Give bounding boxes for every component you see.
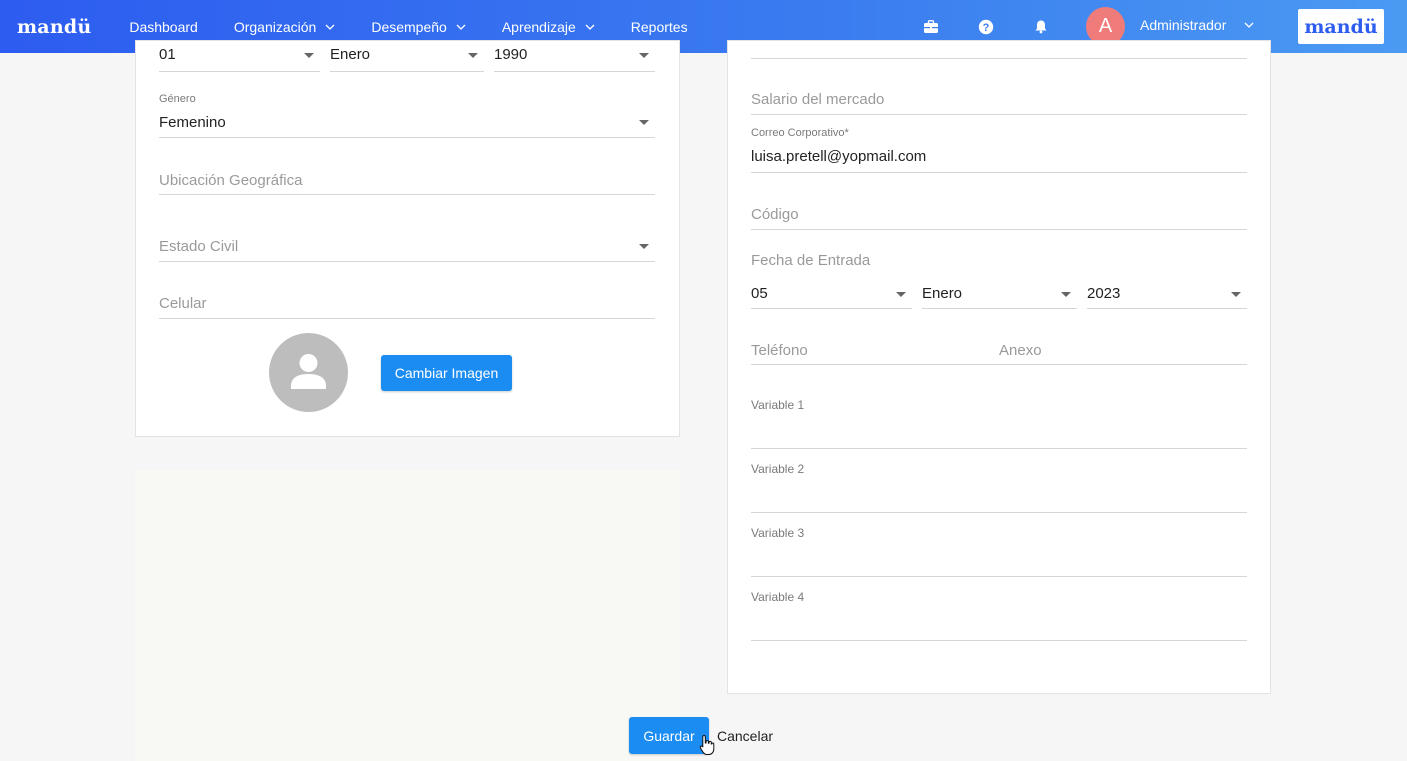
entry-month-value: Enero — [922, 285, 963, 302]
chevron-down-icon — [585, 24, 595, 30]
birth-month-value: Enero — [330, 46, 371, 63]
variable-2-input[interactable]: Variable 2 — [751, 460, 1247, 513]
company-logo: mandü — [1298, 9, 1384, 44]
entry-day-value: 05 — [751, 285, 768, 302]
company-logo-text: mandü — [1304, 15, 1378, 38]
chevron-down-icon — [325, 24, 335, 30]
variable-3-input[interactable]: Variable 3 — [751, 524, 1247, 577]
code-input[interactable]: Código — [751, 201, 1247, 230]
nav-reportes-label: Reportes — [630, 18, 688, 35]
birth-year-value: 1990 — [494, 46, 528, 63]
extension-placeholder: Anexo — [999, 342, 1042, 359]
gender-value: Femenino — [159, 114, 226, 131]
nav-aprendizaje-label: Aprendizaje — [501, 18, 576, 35]
phone-placeholder: Teléfono — [751, 342, 808, 359]
nav-organizacion[interactable]: Organización — [234, 19, 336, 35]
hand-pointer-icon — [699, 734, 715, 755]
briefcase-icon[interactable] — [922, 18, 940, 36]
nav-desempeno-label: Desempeño — [371, 18, 447, 35]
caret-down-icon — [1061, 292, 1071, 297]
location-placeholder: Ubicación Geográfica — [159, 172, 303, 189]
caret-down-icon — [896, 292, 906, 297]
marital-status-select[interactable]: Estado Civil — [159, 233, 655, 262]
chevron-down-icon — [456, 24, 466, 30]
entry-year-value: 2023 — [1087, 285, 1121, 302]
nav-aprendizaje[interactable]: Aprendizaje — [502, 19, 595, 35]
main-nav: Dashboard Organización Desempeño Aprendi… — [129, 19, 723, 35]
nav-desempeno[interactable]: Desempeño — [371, 19, 466, 35]
user-menu-label: Administrador — [1140, 17, 1227, 33]
gender-label: Género — [159, 93, 196, 105]
gender-select[interactable]: Género Femenino — [159, 92, 655, 138]
nav-dashboard-label: Dashboard — [129, 18, 198, 35]
caret-down-icon — [639, 120, 649, 125]
save-button[interactable]: Guardar — [629, 717, 709, 754]
entry-month-select[interactable]: Enero — [922, 280, 1077, 309]
birth-day-value: 01 — [159, 46, 176, 63]
variable-2-label: Variable 2 — [751, 462, 805, 476]
phone-input[interactable]: Teléfono Anexo — [751, 336, 1247, 365]
caret-down-icon — [639, 244, 649, 249]
market-salary-input[interactable]: Salario del mercado — [751, 86, 1247, 115]
caret-down-icon — [1231, 292, 1241, 297]
top-field-underline[interactable] — [751, 53, 1247, 59]
birth-month-select[interactable]: Enero — [330, 46, 484, 72]
location-input[interactable]: Ubicación Geográfica — [159, 168, 655, 195]
variable-4-input[interactable]: Variable 4 — [751, 588, 1247, 641]
corporate-email-label: Correo Corporativo* — [751, 127, 849, 139]
user-placeholder-icon — [291, 354, 326, 389]
entry-date-label: Fecha de Entrada — [751, 252, 871, 269]
caret-down-icon — [304, 53, 314, 58]
cellphone-placeholder: Celular — [159, 295, 207, 312]
variable-1-label: Variable 1 — [751, 398, 805, 412]
caret-down-icon — [468, 53, 478, 58]
chevron-down-icon — [1244, 22, 1254, 28]
nav-reportes[interactable]: Reportes — [631, 19, 688, 35]
marital-status-placeholder: Estado Civil — [159, 238, 239, 255]
market-salary-placeholder: Salario del mercado — [751, 91, 885, 108]
variable-4-label: Variable 4 — [751, 590, 805, 604]
change-image-button[interactable]: Cambiar Imagen — [381, 355, 512, 391]
birth-day-select[interactable]: 01 — [159, 46, 320, 72]
bell-icon[interactable] — [1032, 18, 1050, 36]
entry-day-select[interactable]: 05 — [751, 280, 912, 309]
cellphone-input[interactable]: Celular — [159, 290, 655, 319]
entry-year-select[interactable]: 2023 — [1087, 280, 1247, 309]
nav-dashboard[interactable]: Dashboard — [129, 19, 198, 35]
svg-text:?: ? — [983, 22, 990, 34]
empty-background — [135, 470, 680, 761]
profile-photo — [269, 333, 348, 412]
caret-down-icon — [639, 53, 649, 58]
corporate-email-value: luisa.pretell@yopmail.com — [751, 148, 927, 165]
help-icon[interactable]: ? — [977, 18, 995, 36]
nav-organizacion-label: Organización — [233, 18, 317, 35]
brand-logo[interactable]: mandü — [17, 16, 91, 38]
code-placeholder: Código — [751, 206, 799, 223]
cancel-button[interactable]: Cancelar — [717, 728, 773, 744]
user-menu[interactable]: Administrador — [1140, 17, 1254, 33]
variable-1-input[interactable]: Variable 1 — [751, 396, 1247, 449]
corporate-email-input[interactable]: Correo Corporativo* luisa.pretell@yopmai… — [751, 126, 1247, 173]
birth-year-select[interactable]: 1990 — [494, 46, 655, 72]
variable-3-label: Variable 3 — [751, 526, 805, 540]
